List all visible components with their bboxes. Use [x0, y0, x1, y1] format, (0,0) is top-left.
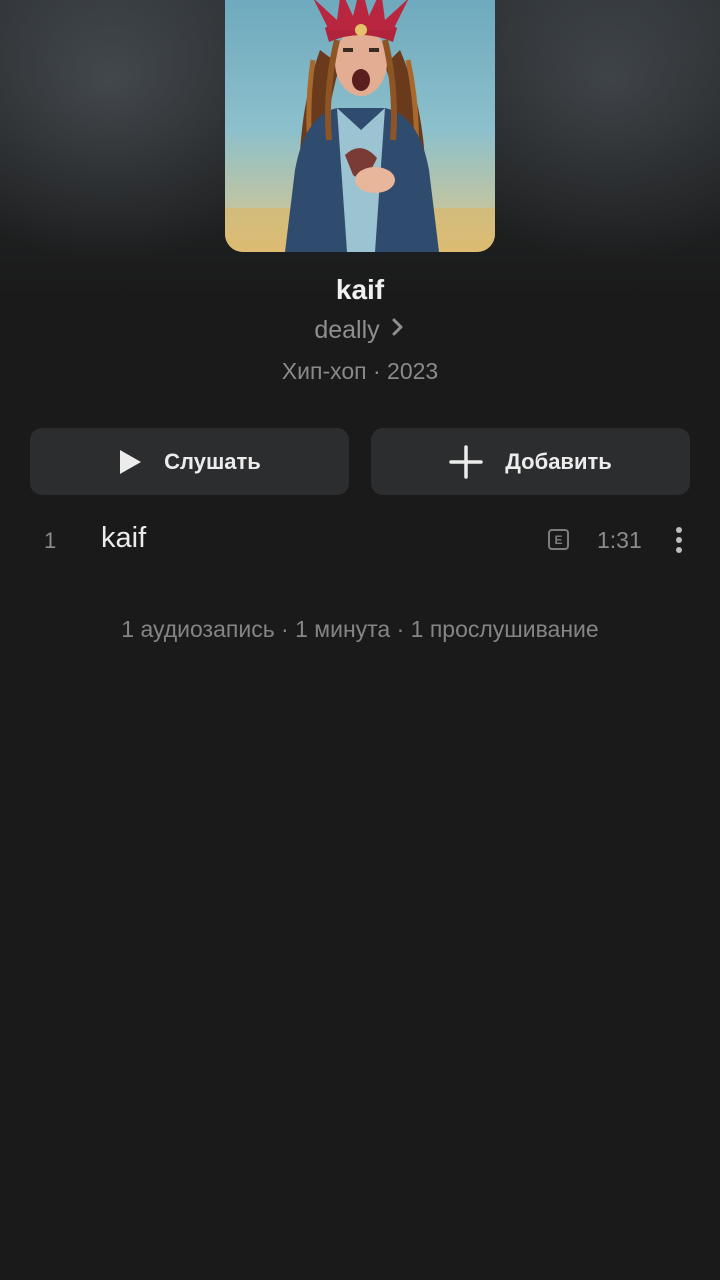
play-icon [118, 449, 142, 475]
artist-link[interactable]: deally [0, 316, 720, 345]
track-number: 1 [44, 528, 57, 553]
add-button-label: Добавить [505, 448, 612, 474]
album-cover-image[interactable] [225, 0, 495, 252]
chevron-right-icon [390, 316, 406, 345]
play-button-label: Слушать [164, 448, 261, 474]
album-cover-art [225, 0, 495, 252]
track-duration: 1:31 [597, 527, 642, 553]
track-row[interactable]: 1 kaif E 1:31 [0, 510, 720, 572]
artist-name: deally [314, 316, 380, 344]
more-vertical-icon[interactable] [670, 526, 688, 554]
explicit-icon: E [548, 529, 569, 550]
album-summary: 1 аудиозапись · 1 минута · 1 прослушиван… [121, 616, 599, 642]
play-button[interactable]: Слушать [30, 428, 349, 495]
album-genre-year: Хип-хоп · 2023 [281, 358, 439, 384]
album-title: kaif [335, 274, 385, 305]
add-button[interactable]: Добавить [371, 428, 690, 495]
plus-icon [449, 444, 483, 479]
track-title: kaif [101, 522, 147, 554]
